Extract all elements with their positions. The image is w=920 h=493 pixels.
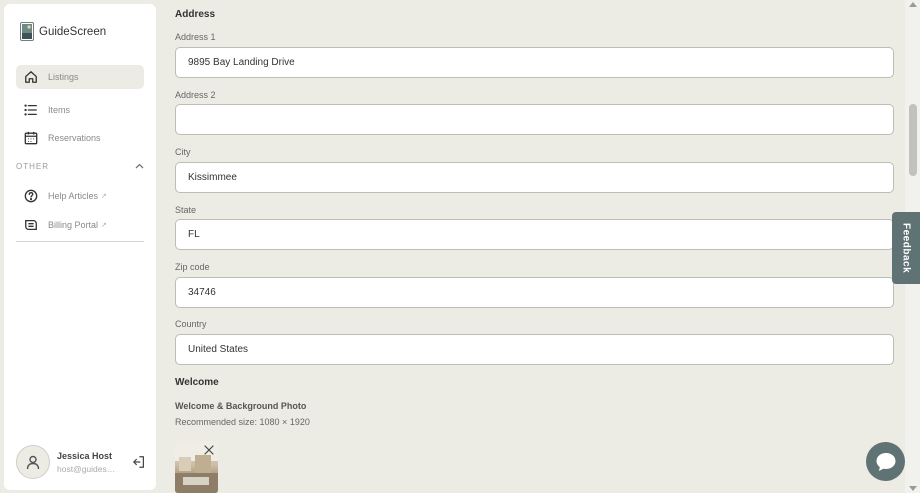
sidebar-item-billing-portal[interactable]: Billing Portal ↗: [16, 213, 144, 237]
welcome-photo-label: Welcome & Background Photo: [175, 401, 307, 411]
sidebar-item-label: Billing Portal: [48, 220, 99, 230]
sidebar-item-label: Help Articles: [48, 191, 99, 201]
sidebar-item-label: Reservations: [48, 133, 101, 143]
zip-label: Zip code: [175, 262, 210, 272]
scroll-down-arrow-icon[interactable]: [909, 486, 917, 491]
other-section-toggle[interactable]: OTHER: [16, 158, 144, 174]
sidebar-item-label: Items: [48, 105, 71, 115]
feedback-tab[interactable]: Feedback: [892, 212, 920, 284]
scroll-thumb[interactable]: [909, 104, 917, 176]
address1-label: Address 1: [175, 32, 216, 42]
chat-launcher-button[interactable]: [866, 442, 905, 481]
country-input[interactable]: [175, 334, 894, 365]
sidebar-item-label: Listings: [48, 72, 79, 82]
other-section-label: OTHER: [16, 161, 49, 171]
close-icon[interactable]: [204, 445, 214, 455]
billing-icon: [25, 219, 37, 231]
sidebar-item-reservations[interactable]: Reservations: [16, 126, 144, 150]
city-label: City: [175, 147, 191, 157]
recommended-size-text: Recommended size: 1080 × 1920: [175, 417, 310, 427]
chat-bubble-icon: [876, 452, 895, 471]
state-label: State: [175, 205, 197, 215]
chevron-up-icon: [135, 163, 144, 169]
welcome-section-title: Welcome: [175, 377, 219, 388]
city-input[interactable]: [175, 162, 894, 193]
user-email: host@guidescreen.com: [57, 463, 117, 474]
feedback-label: Feedback: [900, 222, 912, 274]
list-icon: [24, 104, 37, 116]
sidebar-item-listings[interactable]: Listings: [16, 65, 144, 89]
address-section-title: Address: [175, 9, 216, 20]
sidebar-divider: [16, 241, 144, 242]
external-link-icon: ↗: [101, 222, 107, 229]
sidebar: GuideScreen Listings Items Reservations …: [4, 4, 156, 490]
calendar-icon: [24, 131, 38, 145]
zip-input[interactable]: [175, 277, 894, 308]
welcome-photo-thumbnail[interactable]: [175, 441, 218, 493]
brand[interactable]: GuideScreen: [20, 22, 106, 41]
external-link-icon: ↗: [101, 193, 107, 200]
avatar[interactable]: [16, 445, 50, 479]
address1-input[interactable]: [175, 47, 894, 78]
state-input[interactable]: [175, 219, 894, 250]
help-circle-icon: [24, 189, 38, 203]
scroll-up-arrow-icon[interactable]: [909, 2, 917, 7]
sidebar-item-help-articles[interactable]: Help Articles ↗: [16, 184, 144, 208]
guidescreen-logo-icon: [20, 22, 34, 41]
country-label: Country: [175, 319, 207, 329]
user-name: Jessica Host: [57, 450, 113, 461]
user-profile: Jessica Host host@guidescreen.com: [16, 444, 146, 480]
app-name: GuideScreen: [39, 25, 107, 38]
address2-label: Address 2: [175, 90, 216, 100]
home-icon: [25, 71, 37, 83]
address2-input[interactable]: [175, 104, 894, 135]
user-icon: [26, 455, 40, 470]
sidebar-item-items[interactable]: Items: [16, 98, 144, 122]
logout-icon[interactable]: [132, 455, 146, 469]
